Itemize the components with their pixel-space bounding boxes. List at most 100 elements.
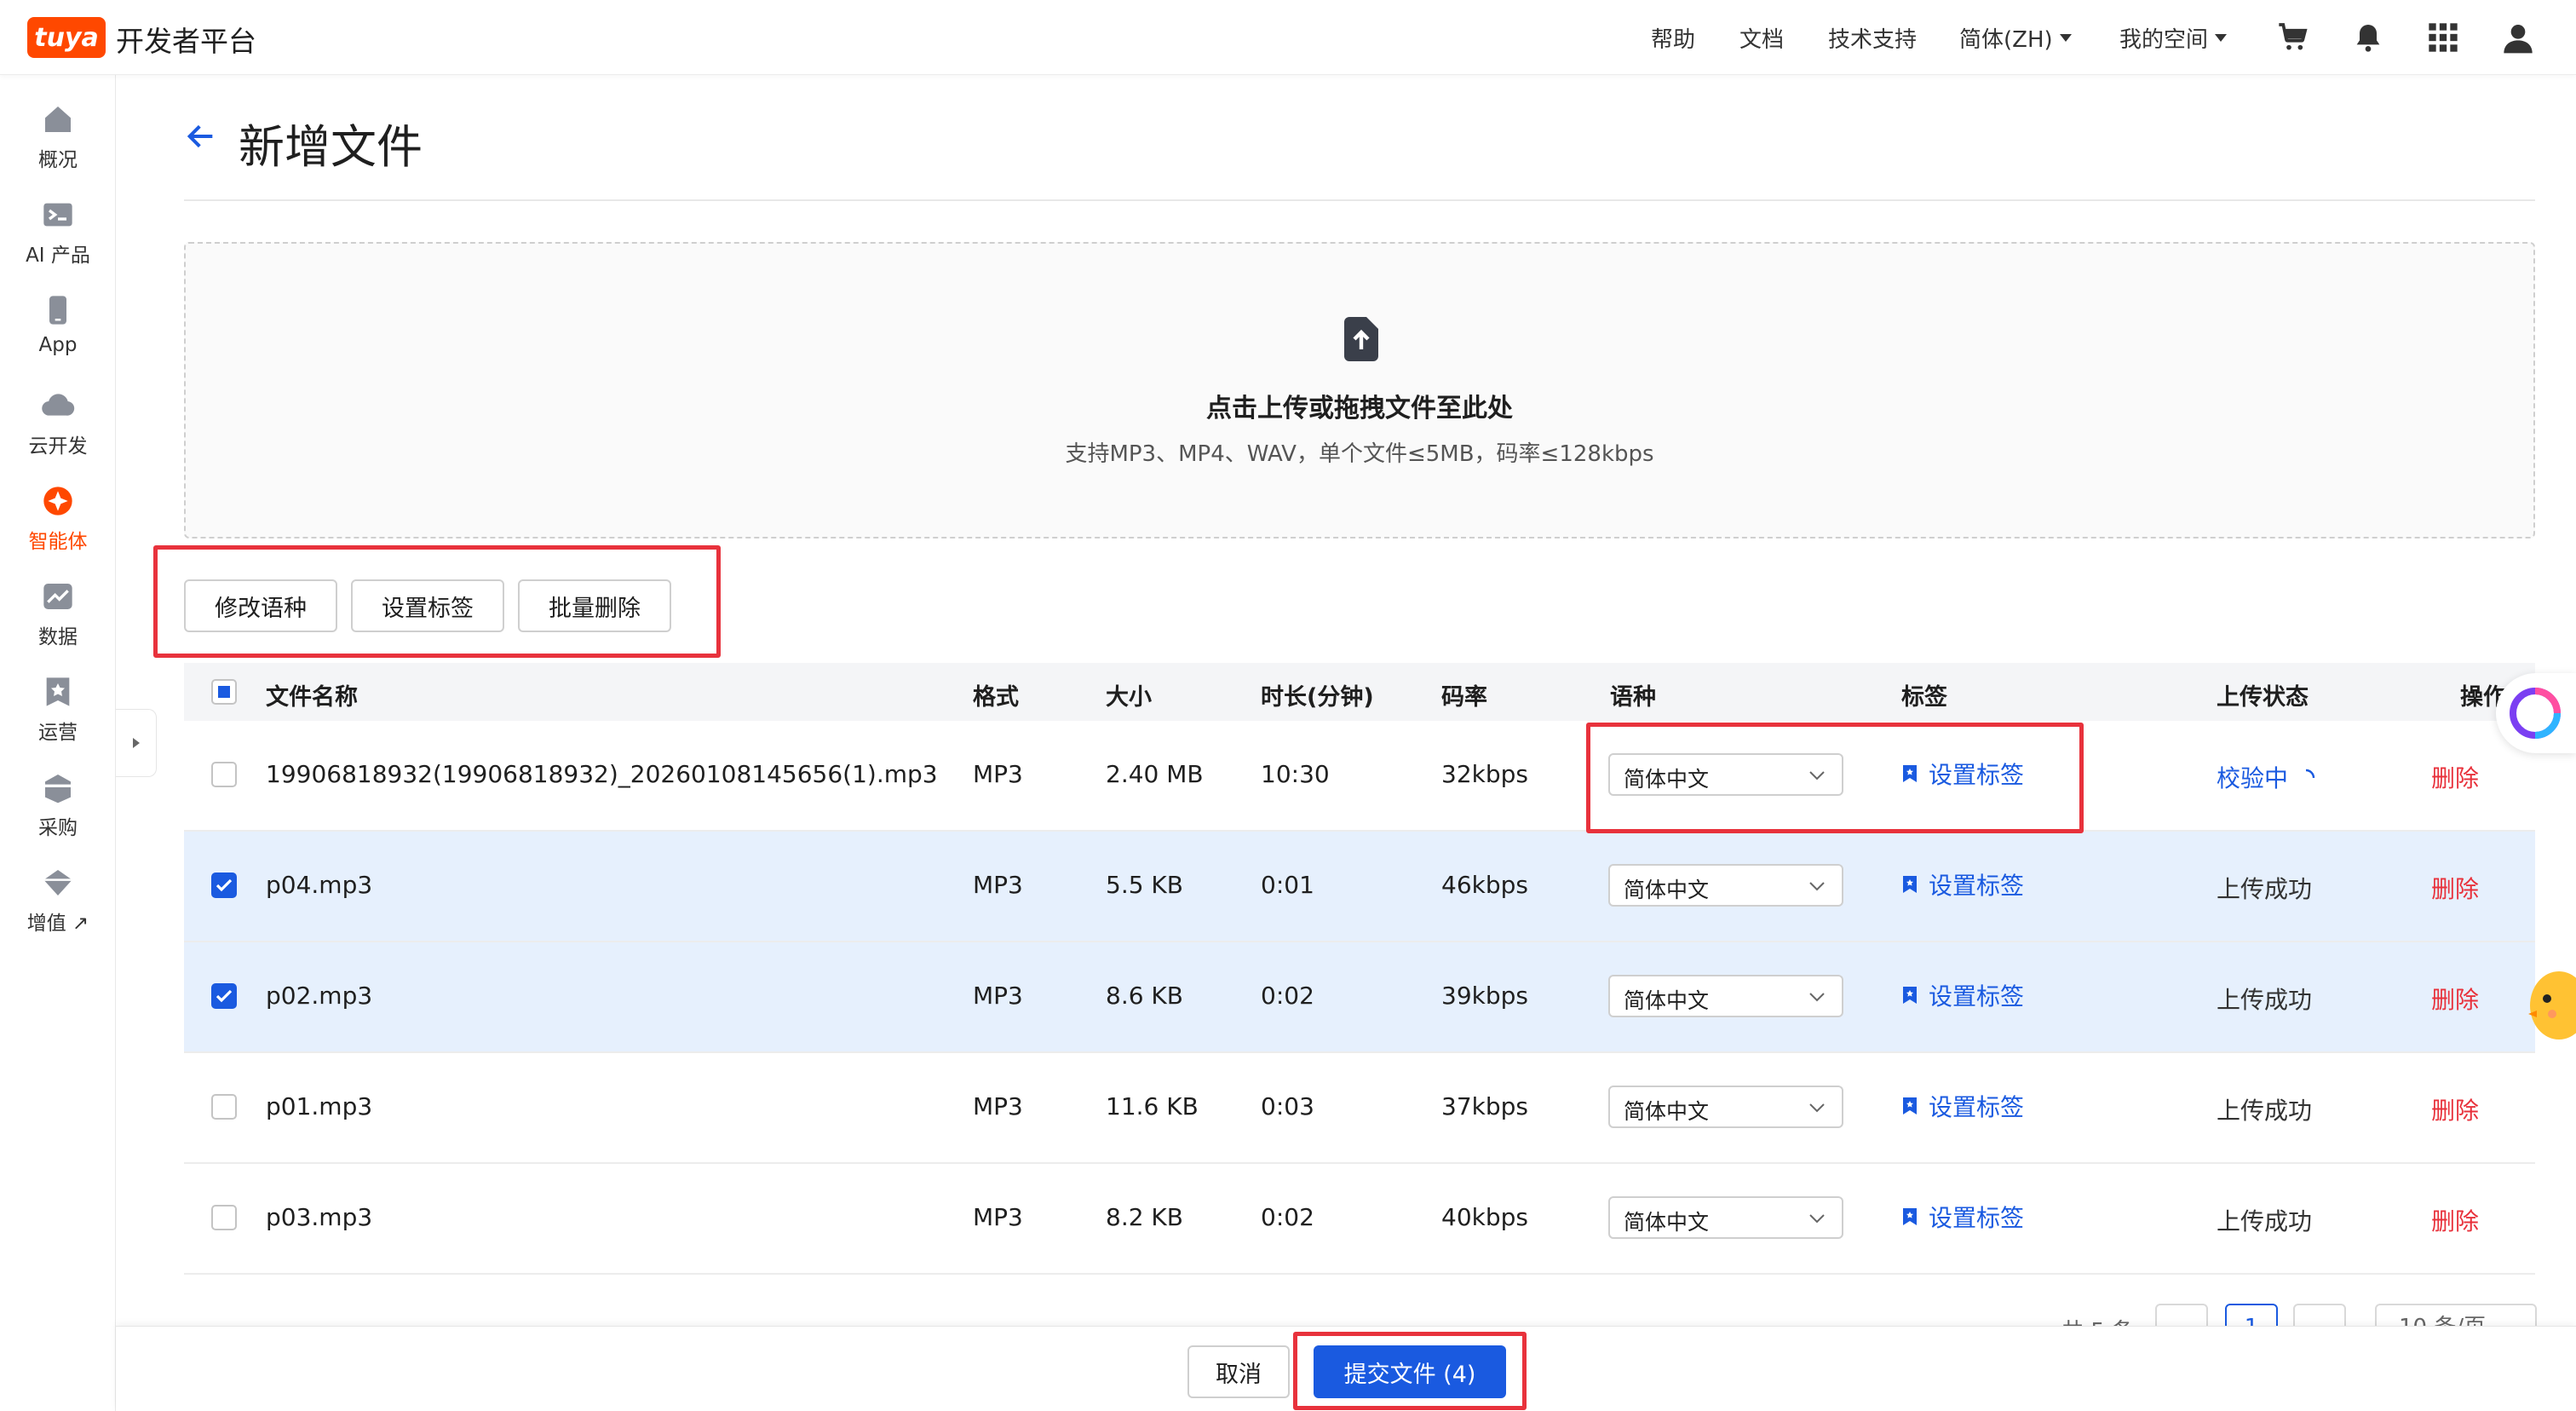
sidebar-item-label: 运营 (38, 722, 78, 744)
set-tag-link[interactable]: 设置标签 (1901, 978, 2024, 1012)
language-select-value: 简体中文 (1624, 1210, 1710, 1235)
back-arrow-icon[interactable] (184, 119, 218, 153)
sidebar-expand-toggle[interactable] (116, 709, 157, 777)
sidebar-item-operations[interactable]: 运营 (0, 668, 116, 753)
language-select-value: 简体中文 (1624, 988, 1710, 1013)
sidebar-item-cloud-dev[interactable]: 云开发 (0, 382, 116, 467)
sidebar-item-procurement[interactable]: 采购 (0, 763, 116, 849)
upload-status: 上传成功 (2217, 875, 2313, 903)
sidebar-item-value-added[interactable]: 增值 ↗ (0, 859, 116, 944)
change-language-button[interactable]: 修改语种 (184, 579, 337, 632)
language-select[interactable]: 简体中文 (1608, 864, 1843, 907)
set-tag-link[interactable]: 设置标签 (1901, 1200, 2024, 1234)
upload-hint: 支持MP3、MP4、WAV，单个文件≤5MB，码率≤128kbps (1065, 441, 1654, 467)
nav-support[interactable]: 技术支持 (1828, 22, 1917, 53)
file-format: MP3 (973, 982, 1023, 1010)
chevron-right-icon (132, 738, 140, 748)
file-duration: 0:01 (1261, 871, 1314, 899)
caret-down-icon (2059, 33, 2072, 42)
delete-link[interactable]: 删除 (2431, 1092, 2479, 1126)
column-header: 语种 (1610, 684, 1656, 711)
language-select[interactable]: 简体中文 (1608, 1086, 1843, 1128)
file-bitrate: 37kbps (1441, 1092, 1528, 1120)
row-checkbox[interactable] (211, 1205, 237, 1230)
sidebar-item-agent[interactable]: 智能体 (0, 477, 116, 562)
upload-status: 上传成功 (2217, 986, 2313, 1014)
tuya-logo[interactable]: tuya (27, 17, 106, 58)
language-select[interactable]: 简体中文 (1608, 975, 1843, 1017)
platform-name: 开发者平台 (116, 25, 256, 58)
highlight-box (1293, 1332, 1527, 1410)
nav-docs[interactable]: 文档 (1739, 22, 1784, 53)
page-title: 新增文件 (239, 120, 423, 174)
checkmark-icon (216, 989, 233, 1003)
upload-status: 上传成功 (2217, 1097, 2313, 1125)
column-header: 时长(分钟) (1261, 684, 1374, 711)
highlight-box (1586, 723, 2084, 833)
cart-icon[interactable] (2276, 20, 2310, 55)
sidebar-item-label: 增值 ↗ (26, 913, 89, 935)
column-header: 文件名称 (266, 684, 358, 711)
sidebar-item-label: 云开发 (28, 435, 88, 458)
sidebar-item-overview[interactable]: 概况 (0, 95, 116, 181)
user-icon[interactable] (2501, 20, 2535, 55)
language-dropdown[interactable]: 简体(ZH) (1959, 22, 2072, 53)
set-tags-button[interactable]: 设置标签 (351, 579, 504, 632)
column-header: 标签 (1901, 684, 1947, 711)
home-icon (45, 107, 71, 132)
file-name: p04.mp3 (266, 871, 373, 899)
table-row[interactable]: 19906818932(19906818932)_20260108145656(… (184, 721, 2535, 832)
chevron-down-icon (1809, 1103, 1825, 1113)
sidebar-item-label: AI 产品 (26, 245, 90, 267)
file-bitrate: 32kbps (1441, 760, 1528, 788)
nav-help[interactable]: 帮助 (1651, 22, 1695, 53)
file-duration: 0:03 (1261, 1092, 1314, 1120)
mascot-icon[interactable] (2521, 963, 2576, 1045)
file-format: MP3 (973, 1203, 1023, 1231)
row-checkbox[interactable] (211, 762, 237, 787)
external-link-icon: ↗ (72, 913, 89, 935)
caret-down-icon (2215, 33, 2228, 42)
table-row[interactable]: p01.mp3 MP3 11.6 KB 0:03 37kbps 简体中文 设置标… (184, 1053, 2535, 1164)
upload-status: 上传成功 (2217, 1207, 2313, 1235)
upload-status: 校验中 (2217, 760, 2316, 794)
loading-spinner-icon (2305, 769, 2315, 779)
file-size: 8.6 KB (1106, 982, 1183, 1010)
cancel-button[interactable]: 取消 (1187, 1345, 1290, 1398)
sidebar-item-label: 数据 (38, 626, 78, 648)
sidebar-item-app[interactable]: App (0, 286, 116, 371)
table-row[interactable]: p04.mp3 MP3 5.5 KB 0:01 46kbps 简体中文 设置标签… (184, 832, 2535, 942)
sidebar-item-data[interactable]: 数据 (0, 573, 116, 658)
phone-icon (49, 296, 66, 325)
delete-link[interactable]: 删除 (2431, 760, 2479, 794)
batch-delete-button[interactable]: 批量删除 (518, 579, 671, 632)
table-row[interactable]: p03.mp3 MP3 8.2 KB 0:02 40kbps 简体中文 设置标签… (184, 1164, 2535, 1275)
apps-grid-icon[interactable] (2426, 20, 2460, 55)
file-size: 11.6 KB (1106, 1092, 1199, 1120)
sidebar-item-ai-products[interactable]: AI 产品 (0, 191, 116, 276)
set-tag-link[interactable]: 设置标签 (1901, 867, 2024, 901)
file-format: MP3 (973, 1092, 1023, 1120)
row-checkbox[interactable] (211, 1094, 237, 1120)
file-duration: 0:02 (1261, 982, 1314, 1010)
delete-link[interactable]: 删除 (2431, 1203, 2479, 1237)
bookmark-tag-icon (1903, 1208, 1917, 1225)
delete-link[interactable]: 删除 (2431, 871, 2479, 905)
box-icon (45, 775, 71, 803)
delete-link[interactable]: 删除 (2431, 982, 2479, 1016)
language-select[interactable]: 简体中文 (1608, 1196, 1843, 1239)
workspace-dropdown[interactable]: 我的空间 (2119, 22, 2228, 53)
cloud-icon (42, 394, 75, 416)
divider (184, 199, 2535, 201)
file-name: p03.mp3 (266, 1203, 373, 1231)
row-checkbox[interactable] (211, 983, 237, 1009)
file-size: 8.2 KB (1106, 1203, 1183, 1231)
table-row[interactable]: p02.mp3 MP3 8.6 KB 0:02 39kbps 简体中文 设置标签… (184, 942, 2535, 1053)
select-all-checkbox[interactable] (211, 679, 237, 705)
upload-dropzone[interactable]: 点击上传或拖拽文件至此处 支持MP3、MP4、WAV，单个文件≤5MB，码率≤1… (184, 242, 2535, 538)
row-checkbox[interactable] (211, 873, 237, 898)
set-tag-link[interactable]: 设置标签 (1901, 1089, 2024, 1123)
bell-icon[interactable] (2351, 20, 2385, 55)
ai-assistant-button[interactable] (2496, 673, 2576, 753)
file-bitrate: 39kbps (1441, 982, 1528, 1010)
